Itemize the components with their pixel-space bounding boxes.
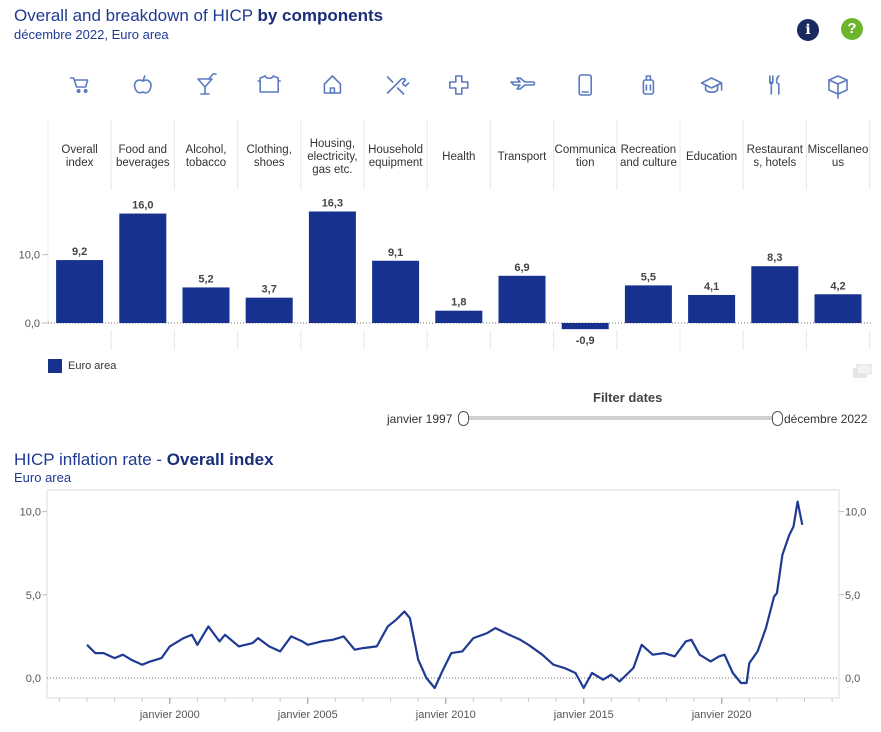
bar bbox=[751, 266, 799, 323]
x-tick-label: janvier 2015 bbox=[553, 709, 614, 721]
bar bbox=[119, 213, 167, 323]
bar-value-label: -0,9 bbox=[576, 335, 595, 347]
apple-icon[interactable] bbox=[133, 75, 152, 94]
category-label: gas etc. bbox=[312, 164, 352, 176]
bar-value-label: 16,0 bbox=[132, 200, 153, 212]
bar-value-label: 1,8 bbox=[451, 297, 466, 309]
bar bbox=[688, 294, 736, 323]
bar-value-label: 9,1 bbox=[388, 247, 403, 259]
category-label: index bbox=[66, 157, 94, 169]
y-tick-label-right: 5,0 bbox=[845, 590, 860, 602]
category-label: equipment bbox=[369, 157, 424, 169]
category-label: Housing, bbox=[310, 138, 355, 150]
bar bbox=[435, 310, 483, 323]
line-chart-subtitle: Euro area bbox=[14, 470, 72, 485]
category-label: tobacco bbox=[186, 157, 226, 169]
x-tick-label: janvier 2010 bbox=[415, 709, 476, 721]
category-label: Food and bbox=[118, 144, 167, 156]
category-label: s, hotels bbox=[753, 157, 796, 169]
box-icon[interactable] bbox=[828, 75, 848, 99]
phone-icon[interactable] bbox=[578, 74, 593, 96]
bar-value-label: 4,1 bbox=[704, 281, 719, 293]
bar bbox=[814, 294, 862, 323]
bar bbox=[561, 323, 609, 330]
bar bbox=[245, 297, 293, 323]
date-slider-track[interactable] bbox=[465, 416, 777, 420]
y-tick-label: 0,0 bbox=[25, 318, 40, 330]
filter-start-label: janvier 1997 bbox=[387, 412, 453, 426]
y-tick-label: 0,0 bbox=[26, 673, 41, 685]
date-slider-end-handle[interactable] bbox=[772, 411, 783, 426]
line-chart-title: HICP inflation rate - Overall index bbox=[14, 450, 274, 470]
category-label: shoes bbox=[254, 157, 285, 169]
category-label: and culture bbox=[620, 157, 677, 169]
category-label: Transport bbox=[498, 151, 548, 163]
category-label: Overall bbox=[61, 144, 97, 156]
bar bbox=[308, 211, 356, 323]
y-tick-label: 10,0 bbox=[20, 507, 41, 519]
x-tick-label: janvier 2020 bbox=[691, 709, 752, 721]
shirt-icon[interactable] bbox=[257, 75, 281, 93]
series-line[interactable] bbox=[86, 500, 804, 690]
tools-icon[interactable] bbox=[386, 76, 410, 95]
y-tick-label-right: 0,0 bbox=[845, 673, 860, 685]
y-tick-label: 10,0 bbox=[19, 250, 40, 262]
legend-label[interactable]: Euro area bbox=[68, 360, 116, 372]
graduation-cap-icon[interactable] bbox=[700, 77, 723, 94]
x-tick-label: janvier 2000 bbox=[139, 709, 200, 721]
category-label: Restaurant bbox=[747, 144, 804, 156]
bar bbox=[624, 285, 672, 323]
bar-value-label: 3,7 bbox=[262, 284, 277, 296]
bar-value-label: 5,2 bbox=[198, 273, 213, 285]
plane-icon[interactable] bbox=[510, 77, 536, 90]
category-label: Household bbox=[368, 144, 423, 156]
house-icon[interactable] bbox=[323, 75, 342, 94]
plot-frame bbox=[46, 489, 840, 699]
category-label: Health bbox=[442, 151, 475, 163]
category-label: beverages bbox=[116, 157, 170, 169]
line-chart-title-bold: Overall index bbox=[166, 450, 274, 469]
export-icon[interactable] bbox=[852, 364, 872, 378]
bar-value-label: 16,3 bbox=[322, 198, 343, 210]
category-label: Education bbox=[686, 151, 737, 163]
bar-value-label: 8,3 bbox=[767, 252, 782, 264]
bar-chart: 0,0 10,0 Overallindex 9,2 Food andbeverages 1… bbox=[19, 73, 873, 350]
category-label: Communica bbox=[555, 144, 617, 156]
category-label: Miscellaneo bbox=[808, 144, 869, 156]
filter-end-label: décembre 2022 bbox=[784, 412, 868, 426]
bar-value-label: 9,2 bbox=[72, 246, 87, 258]
category-label: us bbox=[832, 157, 844, 169]
y-tick-label-right: 10,0 bbox=[845, 507, 866, 519]
health-cross-icon[interactable] bbox=[449, 75, 469, 95]
bar bbox=[372, 260, 420, 323]
filter-dates-label: Filter dates bbox=[593, 390, 663, 405]
cocktail-icon[interactable] bbox=[197, 73, 217, 95]
y-tick-label: 5,0 bbox=[26, 590, 41, 602]
line-chart-title-main: HICP inflation rate - bbox=[14, 450, 167, 469]
bar-value-label: 5,5 bbox=[641, 271, 656, 283]
luggage-icon[interactable] bbox=[642, 75, 655, 95]
bar-value-label: 6,9 bbox=[514, 262, 529, 274]
line-chart: 0,0 0,0 5,0 5,0 10,0 10,0 janvier 2000 janvier … bbox=[20, 489, 866, 721]
category-label: Alcohol, bbox=[186, 144, 227, 156]
category-label: electricity, bbox=[307, 151, 357, 163]
bar bbox=[56, 260, 104, 323]
category-label: tion bbox=[576, 157, 595, 169]
bar bbox=[182, 287, 230, 323]
category-label: Recreation bbox=[621, 144, 677, 156]
legend-swatch[interactable] bbox=[48, 359, 62, 373]
cutlery-icon[interactable] bbox=[769, 75, 780, 95]
bar bbox=[498, 275, 546, 323]
x-tick-label: janvier 2005 bbox=[277, 709, 338, 721]
bar-value-label: 4,2 bbox=[830, 280, 845, 292]
date-slider-start-handle[interactable] bbox=[458, 411, 469, 426]
category-label: Clothing, bbox=[247, 144, 292, 156]
cart-icon[interactable] bbox=[69, 77, 89, 94]
